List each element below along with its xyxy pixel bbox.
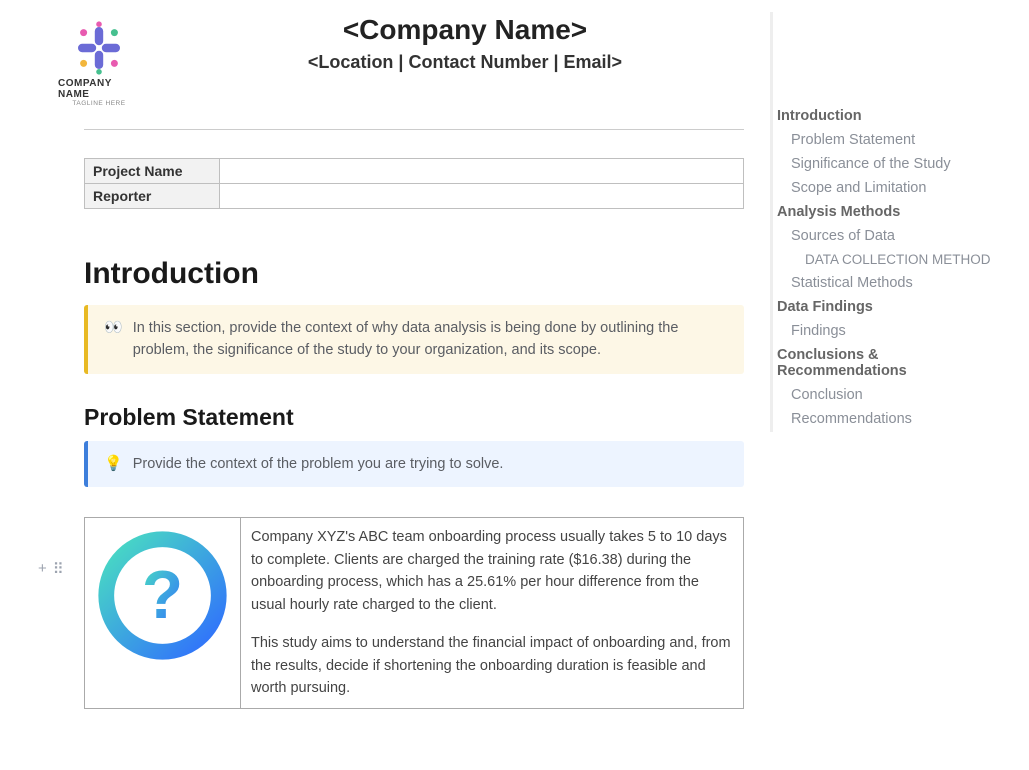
toc-conclusions[interactable]: Conclusions & Recommendations (777, 343, 1010, 383)
toc-problem-statement[interactable]: Problem Statement (777, 128, 1010, 152)
problem-statement-body[interactable]: Company XYZ's ABC team onboarding proces… (241, 518, 744, 708)
add-block-icon[interactable]: + (38, 560, 47, 578)
table-row: Project Name (85, 159, 744, 184)
company-logo: COMPANY NAME TAGLINE HERE (0, 12, 140, 107)
problem-body-p1: Company XYZ's ABC team onboarding proces… (251, 526, 733, 616)
drag-handle-icon[interactable]: ⠿ (53, 560, 64, 578)
logo-tagline: TAGLINE HERE (72, 100, 125, 107)
logo-icon (60, 20, 138, 76)
toc-conclusion[interactable]: Conclusion (777, 383, 1010, 407)
introduction-callout-text: In this section, provide the context of … (133, 317, 728, 362)
problem-statement-table[interactable]: ? Company XYZ's ABC team onboarding proc… (84, 517, 744, 708)
company-name-title[interactable]: <Company Name> (160, 14, 770, 46)
svg-text:?: ? (142, 558, 183, 633)
problem-body-p2: This study aims to understand the financ… (251, 632, 733, 699)
introduction-callout[interactable]: 👀 In this section, provide the context o… (84, 305, 744, 374)
project-info-table: Project Name Reporter (84, 158, 744, 209)
document-main: + ⠿ COMPANY NAME TAGLINE HERE (0, 0, 770, 770)
document-content: Project Name Reporter Introduction 👀 In … (84, 129, 744, 709)
header-titles: <Company Name> <Location | Contact Numbe… (160, 12, 770, 73)
question-mark-icon: ? (95, 528, 230, 663)
problem-statement-callout[interactable]: 💡 Provide the context of the problem you… (84, 441, 744, 487)
logo-company-name: COMPANY NAME (58, 78, 140, 100)
header-row: COMPANY NAME TAGLINE HERE <Company Name>… (0, 12, 770, 107)
problem-statement-callout-text: Provide the context of the problem you a… (133, 453, 504, 475)
toc-findings[interactable]: Findings (777, 319, 1010, 343)
project-name-label: Project Name (85, 159, 220, 184)
toc-sources-of-data[interactable]: Sources of Data (777, 224, 1010, 248)
toc-recommendations[interactable]: Recommendations (777, 407, 1010, 431)
question-icon-cell: ? (85, 518, 241, 708)
introduction-heading[interactable]: Introduction (84, 257, 744, 291)
project-name-value[interactable] (220, 159, 744, 184)
reporter-value[interactable] (220, 184, 744, 209)
toc-data-collection[interactable]: DATA COLLECTION METHOD (777, 248, 1010, 271)
problem-statement-heading[interactable]: Problem Statement (84, 404, 744, 431)
table-row: Reporter (85, 184, 744, 209)
company-contact-subtitle[interactable]: <Location | Contact Number | Email> (160, 52, 770, 73)
toc-significance[interactable]: Significance of the Study (777, 152, 1010, 176)
header-divider (84, 129, 744, 130)
toc-data-findings[interactable]: Data Findings (777, 295, 1010, 319)
lightbulb-icon: 💡 (104, 453, 123, 474)
toc-analysis-methods[interactable]: Analysis Methods (777, 200, 1010, 224)
block-handles: + ⠿ (38, 560, 64, 578)
eyes-icon: 👀 (104, 317, 123, 338)
table-of-contents: Introduction Problem Statement Significa… (770, 12, 1020, 432)
toc-scope[interactable]: Scope and Limitation (777, 176, 1010, 200)
toc-statistical-methods[interactable]: Statistical Methods (777, 271, 1010, 295)
toc-introduction[interactable]: Introduction (777, 104, 1010, 128)
reporter-label: Reporter (85, 184, 220, 209)
